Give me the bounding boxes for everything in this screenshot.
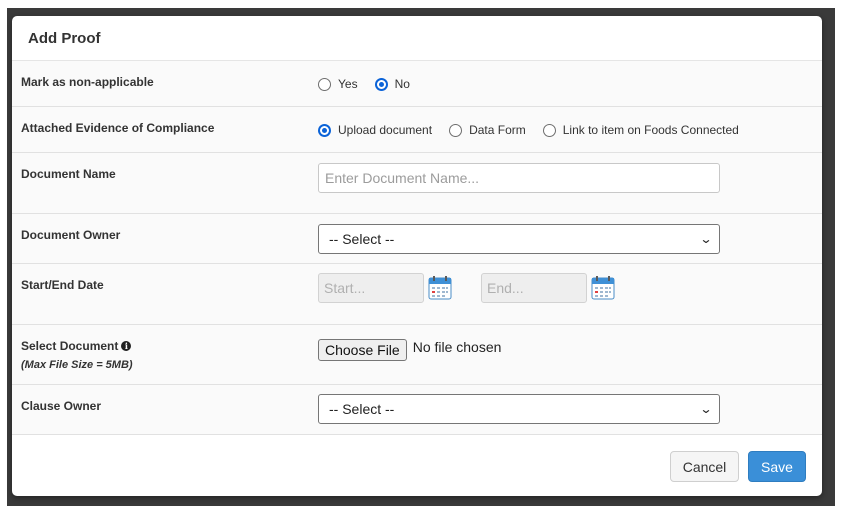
select-document-row: Select Document i (Max File Size = 5MB) C… — [12, 325, 822, 385]
select-document-label: Select Document — [21, 339, 119, 353]
clause-owner-control: -- Select -- ⌄ — [318, 394, 720, 424]
document-owner-row: Document Owner -- Select -- ⌄ — [12, 214, 822, 264]
data-form-option[interactable]: Data Form — [449, 123, 526, 137]
yes-radio[interactable] — [318, 77, 331, 91]
save-button[interactable]: Save — [748, 451, 806, 482]
document-owner-value: -- Select -- — [329, 231, 395, 247]
file-upload-control: Choose File No file chosen — [318, 339, 501, 361]
document-name-control — [318, 163, 720, 193]
end-date-input[interactable] — [481, 273, 587, 303]
evidence-row: Attached Evidence of Compliance Upload d… — [12, 107, 822, 153]
clause-owner-select[interactable]: -- Select -- ⌄ — [318, 394, 720, 424]
calendar-icon[interactable] — [591, 275, 615, 301]
non-applicable-yes-option[interactable]: Yes — [318, 77, 358, 91]
evidence-label: Attached Evidence of Compliance — [21, 121, 215, 135]
file-status-text: No file chosen — [412, 339, 502, 355]
data-form-label: Data Form — [469, 123, 526, 137]
no-radio-label: No — [394, 77, 410, 91]
clause-owner-row: Clause Owner -- Select -- ⌄ — [12, 385, 822, 435]
link-item-radio[interactable] — [542, 123, 556, 137]
select-document-label-group: Select Document i (Max File Size = 5MB) — [21, 339, 133, 371]
data-form-radio[interactable] — [449, 123, 463, 137]
document-owner-select[interactable]: -- Select -- ⌄ — [318, 224, 720, 254]
start-date-input[interactable] — [318, 273, 424, 303]
dialog-header: Add Proof — [12, 16, 822, 61]
upload-document-label: Upload document — [338, 123, 433, 137]
add-proof-dialog: Add Proof Mark as non-applicable Yes No … — [12, 16, 822, 496]
no-radio[interactable] — [374, 77, 388, 91]
date-label: Start/End Date — [21, 278, 104, 292]
dialog-title: Add Proof — [28, 29, 101, 47]
calendar-icon[interactable] — [428, 275, 452, 301]
non-applicable-row: Mark as non-applicable Yes No — [12, 61, 822, 107]
non-applicable-no-option[interactable]: No — [374, 77, 410, 91]
chevron-down-icon: ⌄ — [699, 232, 713, 246]
upload-document-option[interactable]: Upload document — [318, 123, 432, 137]
document-owner-label: Document Owner — [21, 228, 121, 242]
clause-owner-value: -- Select -- — [329, 401, 395, 417]
non-applicable-label: Mark as non-applicable — [21, 75, 154, 89]
info-icon[interactable]: i — [121, 341, 132, 351]
date-controls — [318, 273, 615, 303]
date-row: Start/End Date — [12, 264, 822, 325]
yes-radio-label: Yes — [338, 77, 358, 91]
cancel-button[interactable]: Cancel — [670, 451, 739, 482]
upload-document-radio[interactable] — [318, 123, 331, 137]
document-name-input[interactable] — [318, 163, 720, 193]
dialog-footer: Cancel Save — [12, 435, 822, 496]
link-item-option[interactable]: Link to item on Foods Connected — [542, 123, 739, 137]
clause-owner-label: Clause Owner — [21, 399, 102, 413]
document-name-label: Document Name — [21, 167, 116, 181]
chevron-down-icon: ⌄ — [699, 402, 713, 416]
document-name-row: Document Name — [12, 153, 822, 214]
max-file-size-note: (Max File Size = 5MB) — [21, 359, 133, 371]
choose-file-button[interactable]: Choose File — [318, 339, 407, 361]
evidence-radio-group: Upload document Data Form Link to item o… — [318, 123, 756, 137]
document-owner-control: -- Select -- ⌄ — [318, 224, 720, 254]
non-applicable-radio-group: Yes No — [318, 77, 427, 91]
link-item-label: Link to item on Foods Connected — [562, 123, 739, 137]
